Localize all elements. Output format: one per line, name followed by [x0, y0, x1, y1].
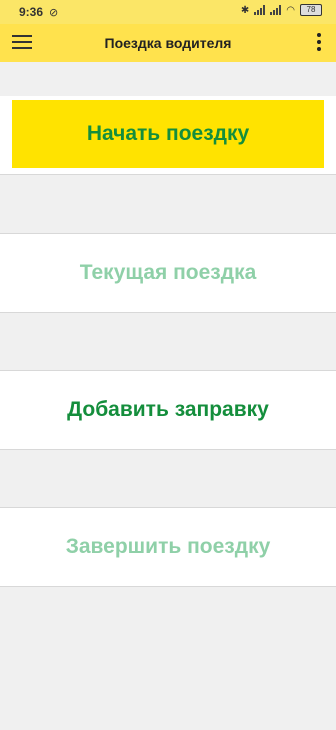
more-vert-icon[interactable]	[316, 33, 322, 53]
wifi-icon: ◠	[286, 4, 295, 16]
start-trip-button[interactable]: Начать поездку	[12, 100, 324, 168]
current-trip-button[interactable]: Текущая поездка	[0, 233, 336, 313]
finish-trip-button[interactable]: Завершить поездку	[0, 507, 336, 587]
status-bar: 9:36 ⊘ ✱ ◠ 78	[0, 0, 336, 24]
start-trip-container: Начать поездку	[0, 96, 336, 175]
page-title: Поездка водителя	[104, 35, 232, 51]
status-time: 9:36	[19, 5, 44, 19]
bluetooth-icon: ✱	[240, 4, 250, 16]
add-refuel-button[interactable]: Добавить заправку	[0, 370, 336, 450]
hamburger-menu-icon[interactable]	[12, 35, 32, 51]
battery-icon: 78	[300, 4, 322, 16]
app-bar: Поездка водителя	[0, 24, 336, 62]
signal-icon-2	[270, 5, 282, 15]
status-icons: ✱ ◠ 78	[241, 4, 322, 16]
signal-icon	[254, 5, 266, 15]
alarm-off-icon: ⊘	[49, 6, 59, 19]
